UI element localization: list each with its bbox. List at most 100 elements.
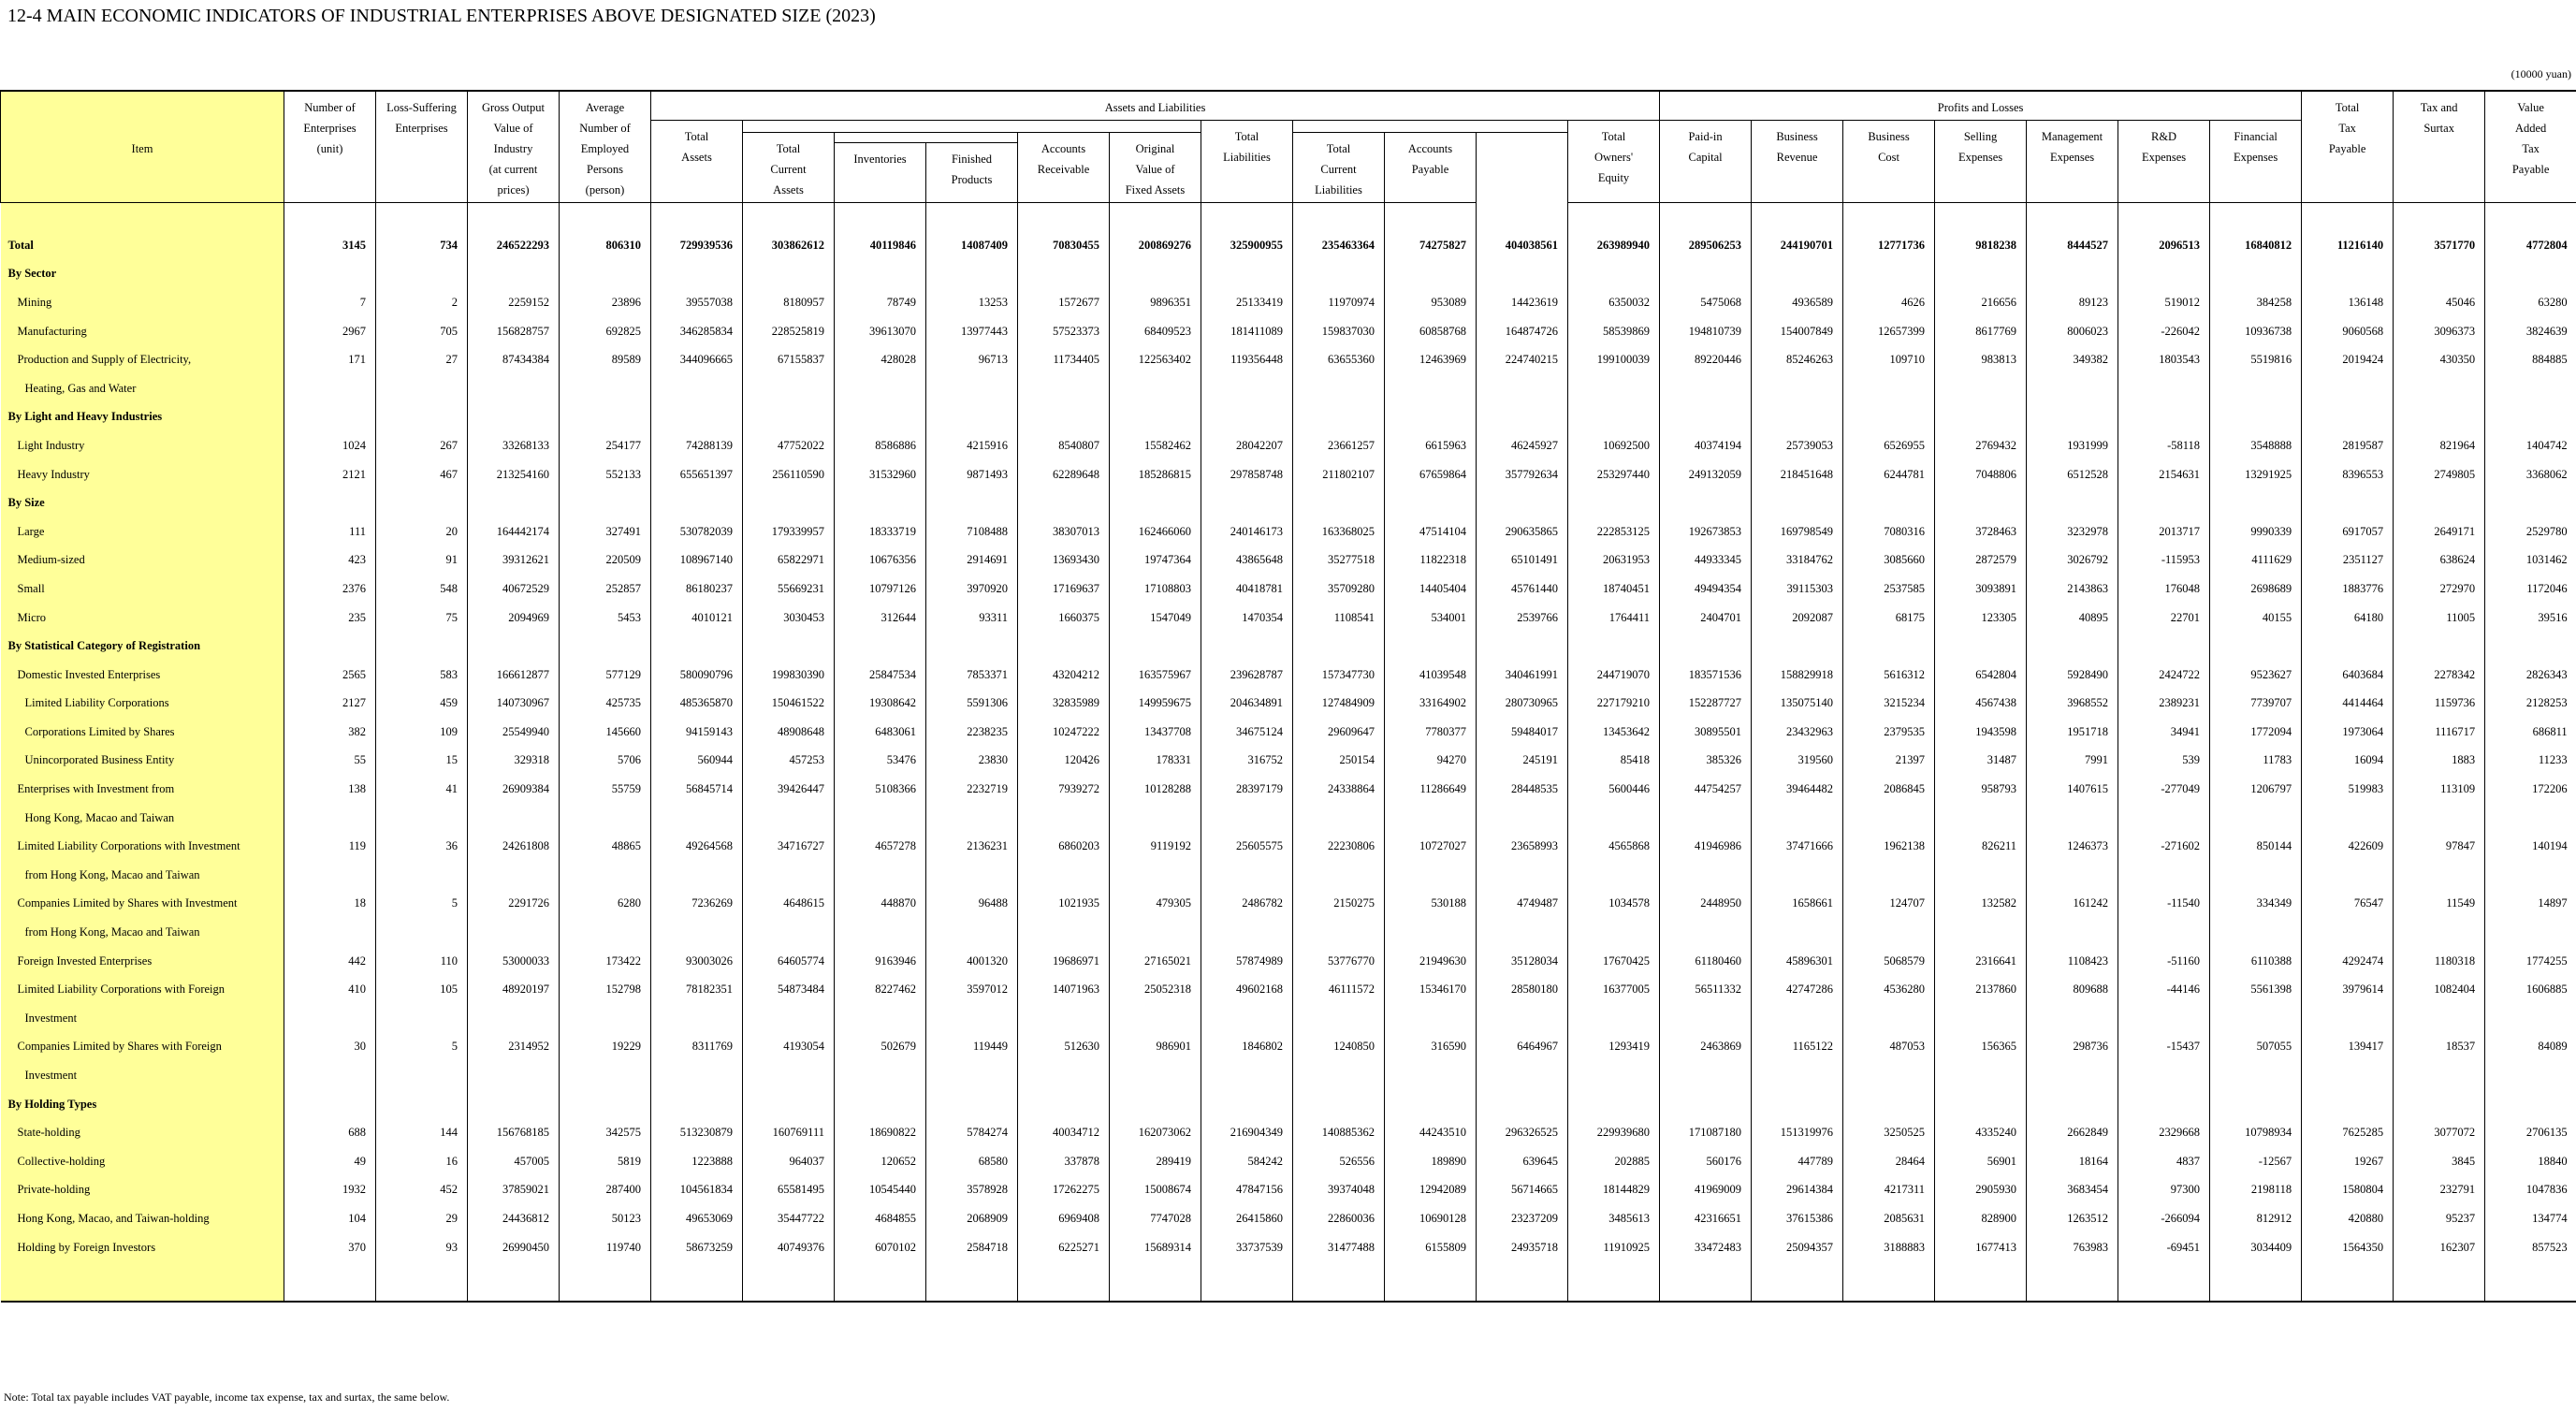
cell-value: 8311769 (650, 1032, 743, 1062)
cell-value: -226042 (2118, 316, 2210, 346)
cell-value: 65822971 (742, 546, 835, 575)
cell-value (1017, 1061, 1110, 1090)
row-label: Corporations Limited by Shares (0, 718, 284, 747)
cell-value (2484, 259, 2576, 289)
cell-value: 2259152 (467, 288, 560, 317)
cell-value: 346285834 (650, 316, 743, 346)
cell-value (2209, 632, 2302, 661)
row-label: Foreign Invested Enterprises (0, 946, 284, 976)
cell-value (1109, 632, 1201, 661)
cell-value: 10676356 (834, 546, 926, 575)
cell-value: 119 (284, 832, 376, 862)
cell-value: 3597012 (925, 975, 1018, 1005)
cell-value: 104561834 (650, 1175, 743, 1205)
cell-value: -11540 (2118, 889, 2210, 919)
cell-value: 2967 (284, 316, 376, 346)
cell-value: -271602 (2118, 832, 2210, 862)
cell-value: 7780377 (1384, 718, 1477, 747)
cell-value: 638624 (2393, 546, 2485, 575)
cell-value (2393, 402, 2485, 432)
cell-value (1292, 1061, 1385, 1090)
cell-value: 8227462 (834, 975, 926, 1005)
header-rd-expenses: R&D Expenses (2118, 120, 2211, 203)
cell-value: 1034578 (1566, 889, 1660, 919)
cell-value: 19308642 (834, 689, 926, 719)
header-management-expenses: Management Expenses (2026, 120, 2119, 203)
cell-value (650, 488, 743, 517)
cell-value (1384, 402, 1477, 432)
cell-value: 3188883 (1842, 1232, 1935, 1262)
cell-value (467, 1004, 560, 1033)
cell-value: 227179210 (1566, 689, 1660, 719)
cell-value: 29614384 (1751, 1175, 1843, 1205)
cell-value (559, 488, 651, 517)
cell-value: 162307 (2393, 1232, 2485, 1262)
cell-value: 2092087 (1751, 603, 1843, 633)
table-header: Item Number of Enterprises (unit) Loss-Suf… (0, 90, 2576, 203)
cell-value: 2706135 (2484, 1118, 2576, 1147)
cell-value: 423 (284, 546, 376, 575)
cell-value: 2085631 (1842, 1204, 1935, 1233)
cell-value: 62289648 (1017, 459, 1110, 489)
cell-value (1751, 1089, 1843, 1119)
cell-value: 41039548 (1384, 660, 1477, 690)
cell-value: 289419 (1109, 1147, 1201, 1176)
cell-value: 729939536 (650, 231, 743, 260)
header-original-fixed-assets: Original Value of Fixed Assets (1109, 132, 1201, 203)
cell-value: 56714665 (1476, 1175, 1568, 1205)
cell-value: 6969408 (1017, 1204, 1110, 1233)
cell-value: 34941 (2118, 718, 2210, 747)
row-label: By Size (0, 488, 284, 517)
cell-value: 370 (284, 1232, 376, 1262)
cell-value: 192673853 (1659, 517, 1752, 546)
row-label: Unincorporated Business Entity (0, 746, 284, 776)
cell-value (2484, 488, 2576, 517)
cell-value: 65581495 (742, 1175, 835, 1205)
cell-value (2484, 402, 2576, 432)
cell-value (559, 803, 651, 833)
cell-value (1109, 373, 1201, 403)
table-row: By Holding Types (0, 1089, 2576, 1119)
cell-value (742, 1004, 835, 1033)
cell-value (1659, 402, 1752, 432)
cell-value: 289506253 (1659, 231, 1752, 260)
cell-value (2209, 259, 2302, 289)
cell-value (742, 803, 835, 833)
cell-value: 43865648 (1201, 546, 1293, 575)
cell-value: 1024 (284, 431, 376, 460)
cell-value: 1108423 (2026, 946, 2118, 976)
cell-value (2393, 1061, 2485, 1090)
cell-value (2209, 373, 2302, 403)
cell-value (742, 1061, 835, 1090)
cell-value (1659, 861, 1752, 890)
cell-value: 78749 (834, 288, 926, 317)
cell-value: 3578928 (925, 1175, 1018, 1205)
cell-value: 1606885 (2484, 975, 2576, 1005)
cell-value: 9060568 (2301, 316, 2394, 346)
cell-value: 4111629 (2209, 546, 2302, 575)
cell-value (925, 402, 1018, 432)
cell-value: 89123 (2026, 288, 2118, 317)
row-label: Limited Liability Corporations (0, 689, 284, 719)
header-accounts-receivable: Accounts Receivable (1017, 132, 1110, 203)
cell-value: 49264568 (650, 832, 743, 862)
cell-value: 1973064 (2301, 718, 2394, 747)
cell-value (1384, 803, 1477, 833)
cell-value: 120426 (1017, 746, 1110, 776)
cell-value: 580090796 (650, 660, 743, 690)
cell-value: 87434384 (467, 345, 560, 374)
cell-value (1292, 402, 1385, 432)
cell-value: 2143863 (2026, 575, 2118, 604)
cell-value: 14071963 (1017, 975, 1110, 1005)
row-label: Heating, Gas and Water (0, 373, 284, 403)
cell-value (2209, 402, 2302, 432)
cell-value: 5108366 (834, 775, 926, 804)
cell-value: 164442174 (467, 517, 560, 546)
row-label: Hong Kong, Macao and Taiwan (0, 803, 284, 833)
cell-value (467, 861, 560, 890)
cell-value (284, 803, 376, 833)
cell-value (1476, 402, 1568, 432)
cell-value: 1180318 (2393, 946, 2485, 976)
cell-value (1659, 373, 1752, 403)
cell-value: 244719070 (1566, 660, 1660, 690)
